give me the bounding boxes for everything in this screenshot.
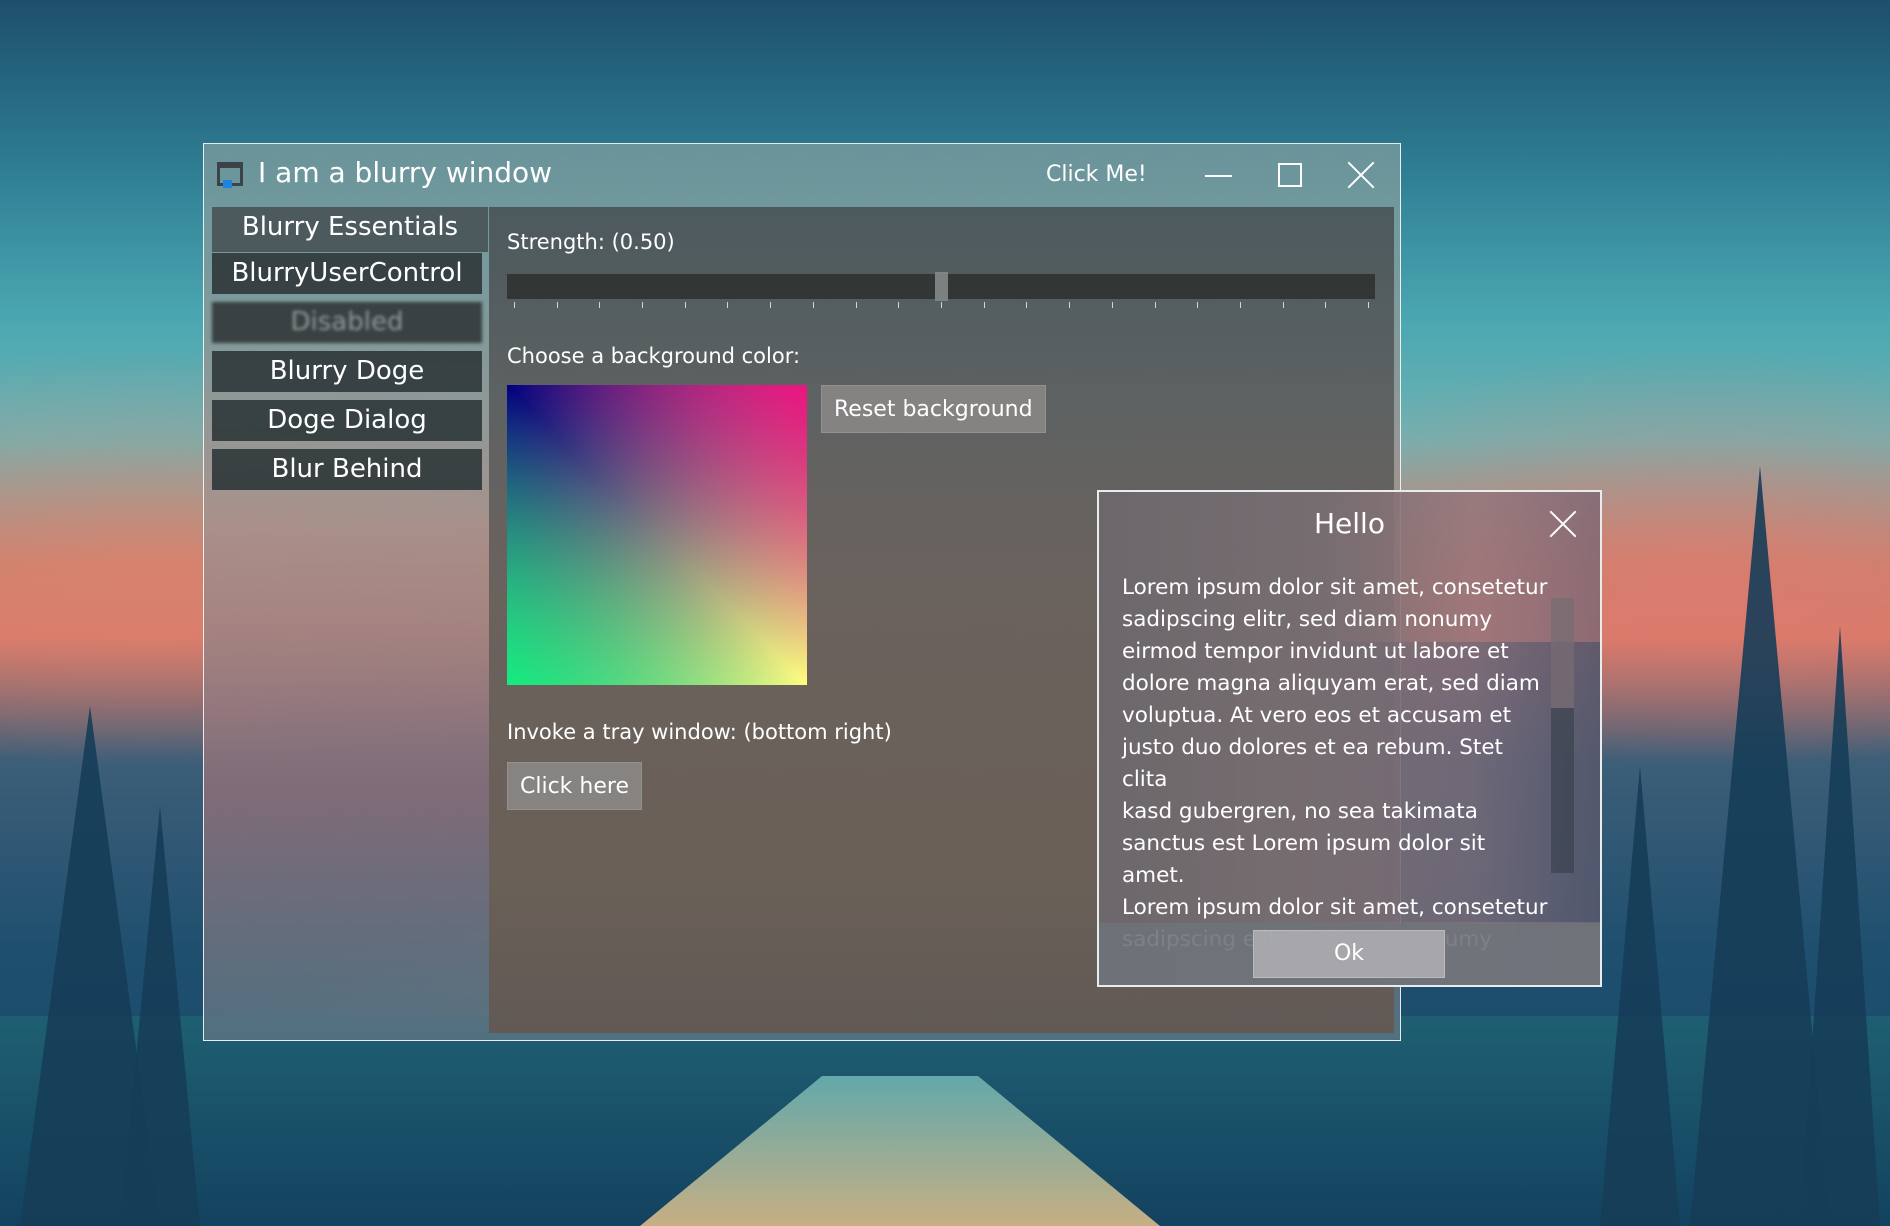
slider-tick	[727, 302, 729, 308]
color-picker-gradient	[507, 385, 807, 685]
maximize-button[interactable]	[1265, 154, 1315, 196]
slider-tick	[556, 302, 558, 308]
click-here-button[interactable]: Click here	[507, 762, 642, 810]
title-bar[interactable]: I am a blurry window Click Me!	[204, 144, 1400, 206]
slider-ticks	[507, 302, 1375, 310]
dialog-footer: Ok	[1099, 923, 1600, 985]
slider-tick	[642, 302, 644, 308]
slider-tick	[1197, 302, 1199, 308]
slider-tick	[1111, 302, 1113, 308]
slider-tick	[1325, 302, 1327, 308]
window-title: I am a blurry window	[258, 156, 553, 189]
slider-tick	[1026, 302, 1028, 308]
slider-tick	[898, 302, 900, 308]
color-label: Choose a background color:	[507, 344, 801, 368]
wallpaper-tree	[1600, 766, 1680, 1226]
tab-blurry-user-control[interactable]: BlurryUserControl	[212, 253, 482, 294]
slider-thumb[interactable]	[935, 272, 948, 301]
slider-tick	[983, 302, 985, 308]
strength-slider[interactable]	[507, 272, 1375, 301]
wallpaper-tree	[1800, 626, 1880, 1226]
tab-disabled: Disabled	[212, 302, 482, 343]
dialog-close-button[interactable]	[1546, 507, 1580, 541]
tray-label: Invoke a tray window: (bottom right)	[507, 720, 892, 744]
wallpaper-tree	[120, 806, 200, 1226]
minimize-button[interactable]	[1194, 154, 1244, 196]
slider-tick	[599, 302, 601, 308]
dialog-scroll-thumb[interactable]	[1551, 598, 1574, 708]
strength-label: Strength: (0.50)	[507, 230, 675, 254]
dialog-scrollbar[interactable]	[1551, 598, 1574, 873]
color-picker[interactable]	[507, 385, 807, 685]
click-me-button[interactable]: Click Me!	[1046, 160, 1147, 190]
slider-tick	[941, 302, 942, 308]
slider-tick	[1239, 302, 1241, 308]
hello-dialog: Hello Lorem ipsum dolor sit amet, conset…	[1097, 490, 1602, 987]
slider-tick	[1282, 302, 1284, 308]
close-button[interactable]	[1336, 154, 1386, 196]
tab-blurry-doge[interactable]: Blurry Doge	[212, 351, 482, 392]
ok-button[interactable]: Ok	[1253, 930, 1445, 978]
reset-background-button[interactable]: Reset background	[821, 385, 1046, 433]
slider-tick	[855, 302, 857, 308]
tab-blur-behind[interactable]: Blur Behind	[212, 449, 482, 490]
slider-tick	[684, 302, 686, 308]
dialog-title: Hello	[1314, 507, 1385, 540]
slider-tick	[1069, 302, 1071, 308]
slider-tick	[812, 302, 814, 308]
close-icon	[1549, 510, 1577, 538]
tab-blurry-essentials[interactable]: Blurry Essentials	[212, 207, 488, 252]
close-icon	[1347, 161, 1375, 189]
app-window-icon	[217, 162, 247, 188]
slider-tick	[1154, 302, 1156, 308]
slider-tick	[770, 302, 772, 308]
tab-doge-dialog[interactable]: Doge Dialog	[212, 400, 482, 441]
slider-tick	[513, 302, 515, 308]
slider-tick	[1368, 302, 1370, 308]
dialog-body-text: Lorem ipsum dolor sit amet, consetetur s…	[1122, 575, 1548, 952]
